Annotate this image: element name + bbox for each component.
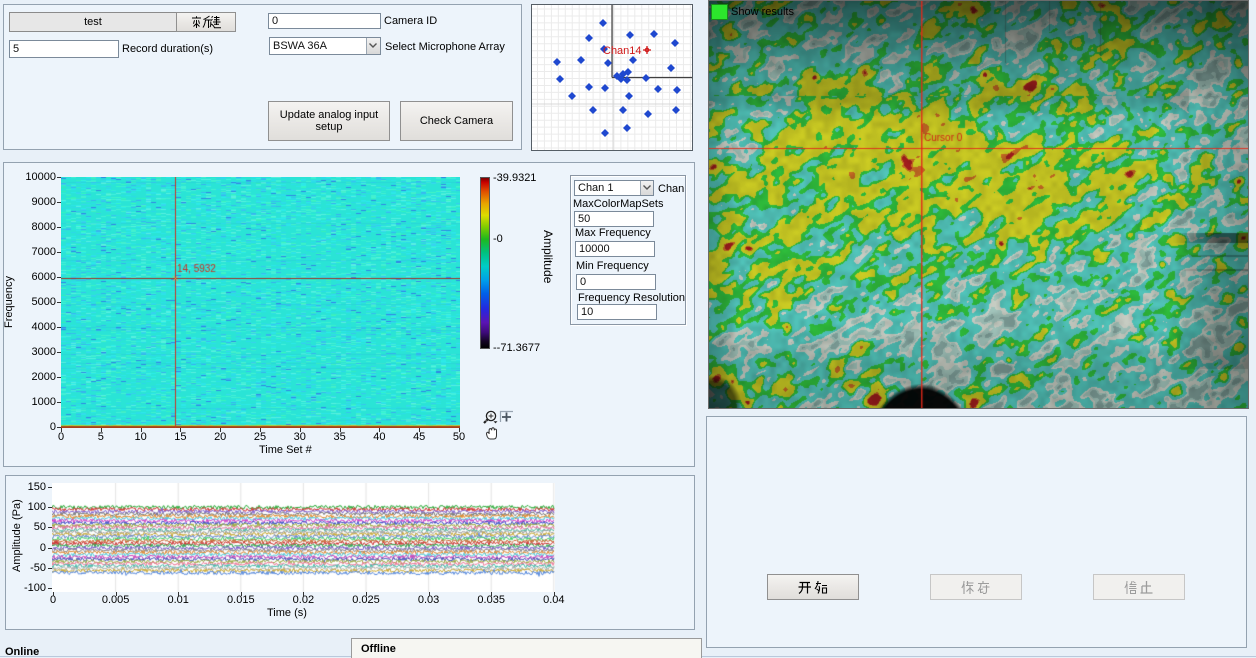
svg-text:Chan14: Chan14 [603, 45, 642, 57]
